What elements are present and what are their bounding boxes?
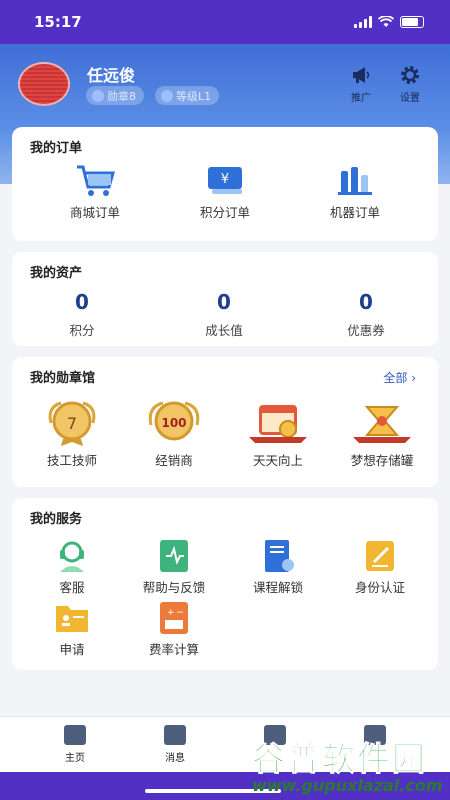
gear-icon xyxy=(401,66,419,84)
badge-count-pill[interactable]: 勋章8 xyxy=(86,86,144,105)
yen-card-icon: ¥ xyxy=(208,167,242,194)
service-label-help: 帮助与反馈 xyxy=(142,580,206,595)
service-item-course[interactable]: 课程解锁 xyxy=(238,538,318,596)
promote-label: 推广 xyxy=(351,93,371,104)
watermark: 谷普软件园 www.gupuxlazal.com xyxy=(246,732,450,800)
asset-growth-label: 成长值 xyxy=(205,323,243,338)
battery-icon xyxy=(400,16,424,28)
medal-label-daily: 天天向上 xyxy=(252,453,303,468)
orders-title: 我的订单 xyxy=(30,141,83,156)
medal-label-dream: 梦想存储罐 xyxy=(350,453,414,468)
medal-item-dream[interactable]: 梦想存储罐 xyxy=(340,399,424,469)
order-label-mall: 商城订单 xyxy=(69,205,120,220)
svg-text:+: + xyxy=(167,608,175,618)
service-label-support: 客服 xyxy=(59,580,85,595)
medals-all-label: 全部 xyxy=(383,371,408,385)
svg-text:−: − xyxy=(176,608,184,618)
order-label-points: 积分订单 xyxy=(199,205,250,220)
services-card: 我的服务 客服 帮助与反馈 课程解锁 身份认证 申请 + − 费率计算 xyxy=(12,498,438,670)
level-icon xyxy=(161,89,173,102)
service-label-identity: 身份认证 xyxy=(354,580,405,595)
medal-item-technician[interactable]: 7 技工技师 xyxy=(32,399,112,469)
assets-card: 我的资产 0 积分 0 成长值 0 优惠券 xyxy=(12,252,438,346)
asset-growth[interactable]: 0 成长值 xyxy=(184,290,264,339)
service-item-apply[interactable]: 申请 xyxy=(32,600,112,658)
settings-label: 设置 xyxy=(400,93,420,104)
medal-item-daily[interactable]: 天天向上 xyxy=(238,399,318,469)
user-name: 任远俊 xyxy=(87,66,136,85)
course-unlock-icon xyxy=(265,540,294,572)
badge-count-label: 勋章8 xyxy=(107,89,136,103)
hourglass-medal-icon xyxy=(353,406,411,443)
chevron-right-icon: › xyxy=(411,371,416,385)
service-label-rate: 费率计算 xyxy=(148,642,199,657)
medal-item-dealer[interactable]: 100 经销商 xyxy=(134,399,214,469)
badge-icon xyxy=(92,89,104,102)
order-label-machine: 机器订单 xyxy=(329,205,380,220)
calendar-medal-icon xyxy=(249,405,307,443)
level-label: 等级L1 xyxy=(176,89,212,103)
asset-points[interactable]: 0 积分 xyxy=(42,290,122,339)
svg-text:100: 100 xyxy=(161,416,186,430)
svg-text:7: 7 xyxy=(67,414,77,433)
tab-home[interactable]: 主页 xyxy=(45,725,105,764)
help-feedback-icon xyxy=(160,540,188,572)
asset-points-value: 0 xyxy=(75,290,89,314)
headset-icon xyxy=(60,541,84,572)
cart-icon xyxy=(77,165,115,196)
tab-messages[interactable]: 消息 xyxy=(145,725,205,764)
asset-coupons[interactable]: 0 优惠券 xyxy=(326,290,406,339)
level-pill[interactable]: 等级L1 xyxy=(155,86,220,105)
apply-icon xyxy=(56,606,88,632)
order-item-points[interactable]: ¥ 积分订单 xyxy=(180,163,270,221)
settings-button[interactable]: 设置 xyxy=(390,64,430,104)
service-label-apply: 申请 xyxy=(59,642,85,657)
asset-points-label: 积分 xyxy=(69,323,95,338)
service-item-help[interactable]: 帮助与反馈 xyxy=(134,538,214,596)
watermark-title: 谷普软件园 xyxy=(252,739,427,779)
orders-card: 我的订单 商城订单 ¥ 积分订单 机器订单 xyxy=(12,127,438,241)
asset-coupons-value: 0 xyxy=(359,290,373,314)
asset-coupons-label: 优惠券 xyxy=(347,323,385,338)
signal-icon xyxy=(354,16,372,28)
medals-all-link[interactable]: 全部 › xyxy=(383,369,416,386)
message-icon xyxy=(164,725,186,745)
wifi-icon xyxy=(378,16,394,27)
service-label-course: 课程解锁 xyxy=(252,580,303,595)
machine-icon xyxy=(338,167,372,195)
status-bar: 15:17 xyxy=(0,0,450,44)
service-item-support[interactable]: 客服 xyxy=(32,538,112,596)
svg-text:¥: ¥ xyxy=(221,172,229,187)
medal-100-icon: 100 xyxy=(148,401,200,441)
calculator-icon: + − xyxy=(160,602,188,634)
medals-card: 我的勋章馆 全部 › 7 技工技师 100 经销商 天天向上 梦想存储罐 xyxy=(12,357,438,487)
assets-title: 我的资产 xyxy=(30,266,83,281)
medal-label-technician: 技工技师 xyxy=(46,453,97,468)
medal-label-dealer: 经销商 xyxy=(155,453,193,468)
megaphone-icon xyxy=(353,67,370,83)
id-verify-icon xyxy=(366,541,394,571)
services-title: 我的服务 xyxy=(30,512,83,527)
avatar[interactable] xyxy=(18,62,70,106)
service-item-rate[interactable]: + − 费率计算 xyxy=(134,600,214,658)
status-icons xyxy=(354,16,424,28)
tab-messages-label: 消息 xyxy=(165,753,185,764)
service-item-identity[interactable]: 身份认证 xyxy=(340,538,420,596)
order-item-mall[interactable]: 商城订单 xyxy=(50,163,140,221)
medal-7-icon: 7 xyxy=(48,401,96,446)
order-item-machine[interactable]: 机器订单 xyxy=(310,163,400,221)
promote-button[interactable]: 推广 xyxy=(341,64,381,104)
watermark-url: www.gupuxlazal.com xyxy=(252,776,443,795)
medals-title: 我的勋章馆 xyxy=(30,371,96,386)
tab-home-label: 主页 xyxy=(65,753,85,764)
asset-growth-value: 0 xyxy=(217,290,231,314)
status-time: 15:17 xyxy=(34,13,82,31)
home-icon xyxy=(64,725,86,745)
